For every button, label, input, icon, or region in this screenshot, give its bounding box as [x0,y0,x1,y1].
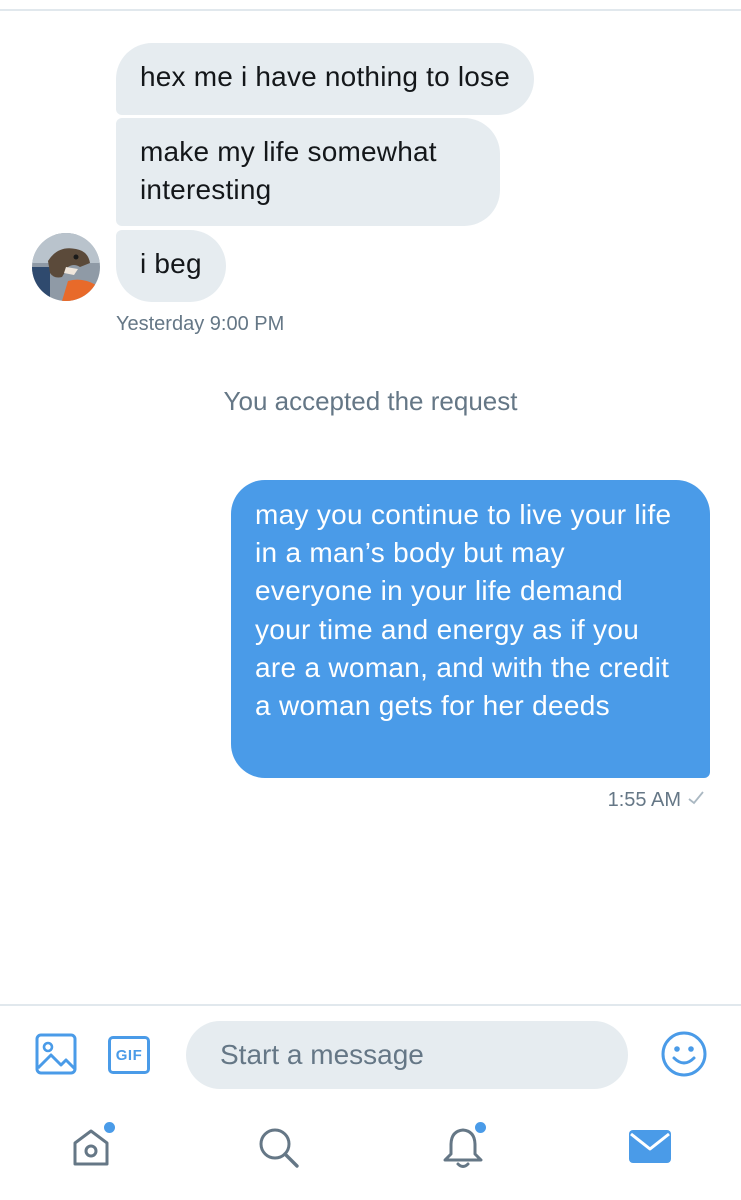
outgoing-message-bubble[interactable]: may you continue to live your life in a … [231,480,710,778]
tab-notifications[interactable] [438,1122,488,1174]
gif-label: GIF [115,1046,143,1064]
home-notification-dot [104,1122,115,1133]
tab-home[interactable] [66,1122,116,1174]
sent-check-icon [687,789,705,812]
image-icon [34,1032,78,1081]
request-accepted-notice: You accepted the request [223,386,518,416]
tab-messages[interactable] [625,1124,675,1174]
incoming-timestamp: Yesterday 9:00 PM [116,313,285,335]
notifications-dot [475,1122,486,1133]
add-photo-button[interactable] [34,1032,78,1081]
emoji-icon [660,1030,708,1083]
envelope-icon [627,1127,673,1172]
dm-conversation-screen: hex me i have nothing to lose make my li… [0,0,741,1200]
add-gif-button[interactable]: GIF [106,1034,152,1076]
emoji-button[interactable] [660,1030,708,1083]
sender-avatar[interactable] [32,233,100,301]
message-text: i beg [140,248,202,279]
gif-icon: GIF [108,1036,150,1074]
outgoing-timestamp: 1:55 AM [608,789,705,812]
incoming-message-bubble[interactable]: hex me i have nothing to lose [116,43,535,115]
outgoing-time: 1:55 AM [607,789,681,811]
incoming-message-bubble[interactable]: make my life somewhat interesting [116,118,500,226]
message-input[interactable] [186,1021,628,1089]
top-divider [0,9,741,11]
composer-divider [0,1004,741,1006]
message-text: may you continue to live your life in a … [255,499,672,722]
search-icon [255,1124,301,1175]
tab-search[interactable] [253,1124,303,1174]
message-text: hex me i have nothing to lose [140,61,511,92]
message-text: make my life somewhat interesting [140,136,437,205]
incoming-message-bubble[interactable]: i beg [116,230,226,302]
